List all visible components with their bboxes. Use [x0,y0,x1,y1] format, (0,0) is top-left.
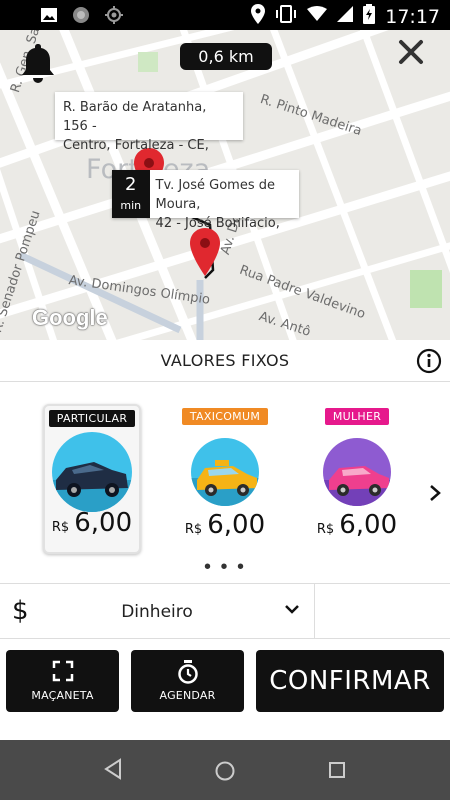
status-bar: 17:17 [0,0,450,30]
price-currency: R$ [184,522,203,537]
fullscreen-icon [52,660,74,687]
carousel-pager: • • • [203,556,247,578]
origin-address-line2: Centro, Fortaleza - CE, [63,138,209,153]
taxi-car-icon [191,438,259,506]
schedule-button[interactable]: AGENDAR [131,650,244,712]
ride-options: PARTICULAR R$ 6,00 TAXICOMUM R$ 6,00 MUL… [0,382,450,582]
destination-address-callout[interactable]: 2 min Tv. José Gomes de Moura, 42 - José… [112,170,299,231]
app-screen: 17:17 R. Gen. Sa [0,0,450,800]
payment-method-label: Dinheiro [121,602,193,622]
sedan-car-icon [52,432,132,512]
timer-icon [177,660,199,689]
battery-charging-icon [363,4,376,29]
origin-address-line1: R. Barão de Aratanha, 156 - [63,100,207,134]
ride-option-taxicomum[interactable]: TAXICOMUM R$ 6,00 [176,404,274,554]
clock: 17:17 [385,5,440,28]
price-value: 6,00 [339,510,398,540]
fixed-values-header: VALORES FIXOS [0,340,450,382]
vibrate-icon [275,5,297,28]
ride-option-badge: TAXICOMUM [181,408,269,425]
ride-option-mulher[interactable]: MULHER R$ 6,00 [308,404,406,554]
schedule-label: AGENDAR [159,689,216,702]
eta-minutes: 2 [125,174,137,195]
price-value: 6,00 [207,510,266,540]
ride-option-particular[interactable]: PARTICULAR R$ 6,00 [43,404,141,554]
bell-icon[interactable] [20,42,56,89]
women-car-icon [323,438,391,506]
payment-extra-field[interactable] [316,584,450,639]
ride-option-badge: PARTICULAR [48,410,136,427]
eta-box: 2 min [112,170,150,218]
close-icon[interactable] [397,38,425,66]
system-nav-bar [0,740,450,800]
eta-unit: min [120,199,142,212]
price-currency: R$ [316,522,335,537]
destination-address-line1: Tv. José Gomes de Moura, [155,178,275,212]
door-handle-button[interactable]: MAÇANETA [6,650,119,712]
back-icon[interactable] [103,758,123,785]
destination-pin-icon[interactable] [190,228,220,281]
confirm-label: CONFIRMAR [269,666,431,696]
gps-notification-icon [104,5,124,30]
home-icon[interactable] [214,760,236,787]
aperture-notification-icon [72,6,90,29]
recents-icon[interactable] [328,761,346,784]
confirm-button[interactable]: CONFIRMAR [256,650,444,712]
price-value: 6,00 [74,508,133,538]
image-notification-icon [40,7,58,28]
signal-icon [337,6,354,27]
origin-address-callout[interactable]: R. Barão de Aratanha, 156 - Centro, Fort… [55,92,243,153]
payment-row: $ Dinheiro [0,583,450,639]
price-currency: R$ [51,520,70,535]
chevron-down-icon [284,602,300,620]
wifi-icon [307,6,328,27]
fixed-values-title: VALORES FIXOS [160,351,290,370]
google-logo: Google [32,305,108,330]
door-handle-label: MAÇANETA [31,689,94,702]
distance-badge: 0,6 km [180,43,272,70]
info-icon[interactable] [416,348,442,379]
map-view[interactable]: R. Gen. Sampaio R. Pinto Madeira R. Sena… [0,30,450,340]
chevron-right-icon[interactable] [428,482,442,508]
destination-address-line2: 42 - José Bonifacio, [155,216,280,231]
ride-option-badge: MULHER [324,408,390,425]
payment-method-select[interactable]: $ Dinheiro [0,584,315,639]
location-icon [251,4,266,29]
